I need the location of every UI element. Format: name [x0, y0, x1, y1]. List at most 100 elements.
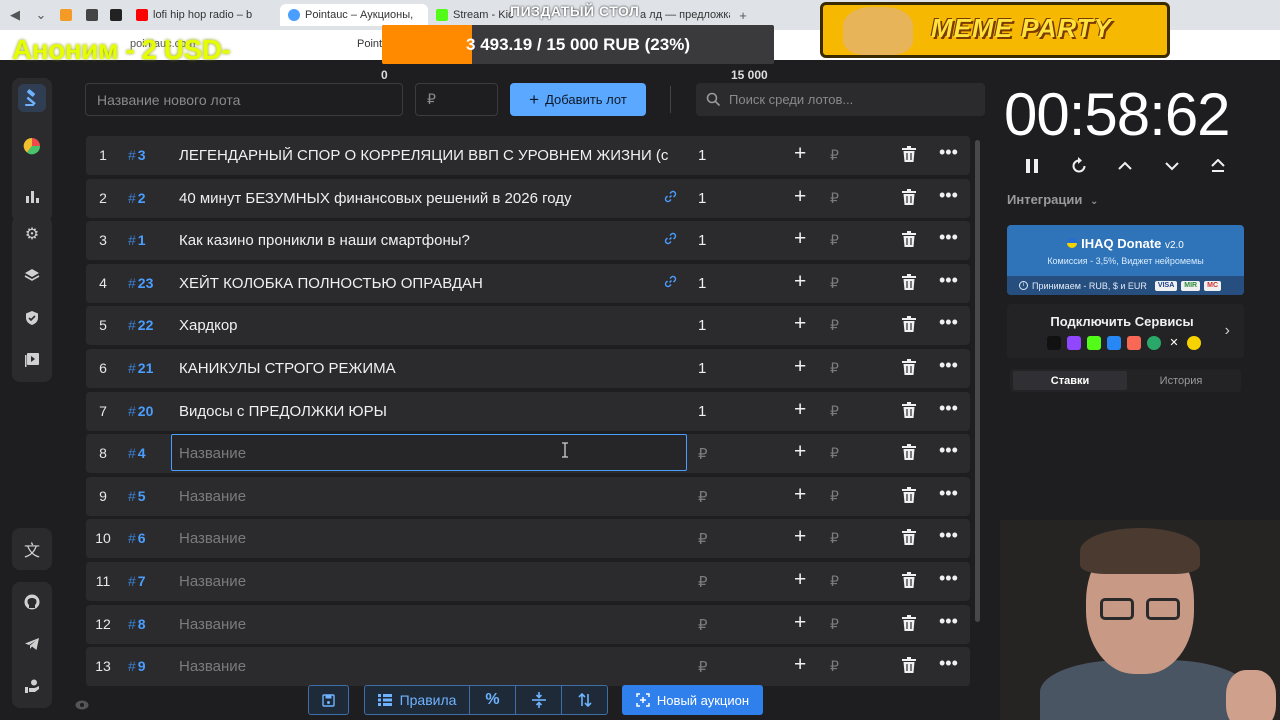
extra-amount-input[interactable]: ₽ [830, 317, 839, 334]
extra-amount-input[interactable]: ₽ [830, 658, 839, 675]
trash-icon[interactable] [902, 615, 918, 633]
lot-name-input[interactable]: Как казино проникли в наши смартфоны? [179, 232, 679, 249]
pause-icon[interactable] [1019, 153, 1045, 179]
lot-name-input[interactable]: Название [179, 530, 679, 547]
extra-amount-input[interactable]: ₽ [830, 147, 839, 164]
more-options-icon[interactable]: ••• [939, 355, 958, 376]
video-library-icon[interactable] [18, 346, 46, 374]
trash-icon[interactable] [902, 572, 918, 590]
extra-amount-input[interactable]: ₽ [830, 360, 839, 377]
extra-amount-input[interactable]: ₽ [830, 445, 839, 462]
add-amount-button[interactable]: + [794, 612, 806, 633]
tab-history[interactable]: История [1124, 371, 1238, 390]
add-amount-button[interactable]: + [794, 569, 806, 590]
new-tab-icon[interactable]: + [734, 6, 752, 24]
tab-bets[interactable]: Ставки [1013, 371, 1127, 390]
link-icon[interactable] [664, 275, 677, 291]
restart-icon[interactable] [1066, 153, 1092, 179]
lot-amount-input[interactable]: 1 [698, 360, 706, 377]
lot-name-input[interactable]: Название [179, 658, 679, 675]
add-amount-button[interactable]: + [794, 526, 806, 547]
trash-icon[interactable] [902, 444, 918, 462]
extra-amount-input[interactable]: ₽ [830, 616, 839, 633]
rules-button[interactable]: Правила [365, 686, 470, 714]
extra-amount-input[interactable]: ₽ [830, 488, 839, 505]
lot-name-input[interactable]: ХЕЙТ КОЛОБКА ПОЛНОСТЬЮ ОПРАВДАН [179, 275, 679, 292]
lot-name-input[interactable]: 40 минут БЕЗУМНЫХ финансовых решений в 2… [179, 190, 679, 207]
link-icon[interactable] [664, 190, 677, 206]
trash-icon[interactable] [902, 657, 918, 675]
lot-amount-input[interactable]: 1 [698, 232, 706, 249]
chevron-up-icon[interactable] [1112, 153, 1138, 179]
lot-amount-input[interactable]: 1 [698, 190, 706, 207]
gear-icon[interactable]: ⚙ [18, 220, 46, 248]
percent-button[interactable]: % [470, 686, 516, 714]
more-options-icon[interactable]: ••• [939, 440, 958, 461]
translate-icon[interactable]: 文 [18, 535, 46, 563]
add-amount-button[interactable]: + [794, 654, 806, 675]
lot-name-input[interactable]: КАНИКУЛЫ СТРОГО РЕЖИМА [179, 360, 679, 377]
trash-icon[interactable] [902, 487, 918, 505]
lot-name-input[interactable]: Видосы с ПРЕДОЛЖКИ ЮРЫ [179, 403, 679, 420]
trash-icon[interactable] [902, 529, 918, 547]
lot-name-input[interactable]: ЛЕГЕНДАРНЫЙ СПОР О КОРРЕЛЯЦИИ ВВП С УРОВ… [179, 147, 679, 164]
lot-name-input[interactable]: Название [179, 445, 679, 462]
bar-chart-icon[interactable] [18, 182, 46, 210]
tab-pointauc[interactable]: Pointauc – Аукционы, [280, 4, 428, 26]
lot-search-input[interactable]: Поиск среди лотов... [696, 83, 985, 116]
github-icon[interactable] [18, 588, 46, 616]
lot-amount-input[interactable]: ₽ [698, 616, 708, 634]
donate-card[interactable]: IHAQ Donate v2.0 Комиссия - 3,5%, Виджет… [1007, 225, 1244, 295]
extra-amount-input[interactable]: ₽ [830, 530, 839, 547]
connect-services-card[interactable]: Подключить Сервисы › ✕ [1007, 304, 1244, 358]
add-amount-button[interactable]: + [794, 399, 806, 420]
layers-icon[interactable] [18, 262, 46, 290]
more-options-icon[interactable]: ••• [939, 185, 958, 206]
lots-scrollbar[interactable] [975, 140, 980, 622]
extra-amount-input[interactable]: ₽ [830, 232, 839, 249]
lot-amount-input[interactable]: 1 [698, 317, 706, 334]
more-options-icon[interactable]: ••• [939, 483, 958, 504]
tab-pin-3[interactable] [110, 4, 122, 26]
tab-lofi[interactable]: lofi hip hop radio – b [136, 4, 266, 26]
more-options-icon[interactable]: ••• [939, 611, 958, 632]
new-lot-name-input[interactable]: Название нового лота [85, 83, 403, 116]
lot-name-input[interactable]: Хардкор [179, 317, 679, 334]
sort-button[interactable] [562, 686, 608, 714]
extra-amount-input[interactable]: ₽ [830, 275, 839, 292]
trash-icon[interactable] [902, 189, 918, 207]
extra-amount-input[interactable]: ₽ [830, 573, 839, 590]
add-amount-button[interactable]: + [794, 356, 806, 377]
more-options-icon[interactable]: ••• [939, 270, 958, 291]
add-amount-button[interactable]: + [794, 186, 806, 207]
vertical-split-button[interactable] [516, 686, 562, 714]
more-options-icon[interactable]: ••• [939, 227, 958, 248]
lot-amount-input[interactable]: 1 [698, 275, 706, 292]
tab-pin-2[interactable] [86, 4, 98, 26]
lot-name-input[interactable]: Название [179, 616, 679, 633]
new-lot-amount-input[interactable]: ₽ [415, 83, 498, 116]
back-tab-icon[interactable]: ◀ [6, 6, 24, 24]
more-options-icon[interactable]: ••• [939, 142, 958, 163]
trash-icon[interactable] [902, 231, 918, 249]
add-amount-button[interactable]: + [794, 441, 806, 462]
auction-hammer-icon[interactable] [18, 84, 46, 112]
lot-amount-input[interactable]: ₽ [698, 488, 708, 506]
chevron-down-icon[interactable] [1159, 153, 1185, 179]
new-auction-button[interactable]: Новый аукцион [622, 685, 763, 715]
add-lot-button[interactable]: + Добавить лот [510, 83, 646, 116]
more-options-icon[interactable]: ••• [939, 312, 958, 333]
save-button[interactable] [308, 685, 349, 715]
pie-chart-icon[interactable] [18, 132, 46, 160]
extra-amount-input[interactable]: ₽ [830, 190, 839, 207]
trash-icon[interactable] [902, 146, 918, 164]
shield-icon[interactable] [18, 304, 46, 332]
add-amount-button[interactable]: + [794, 228, 806, 249]
tab-pin-1[interactable] [60, 4, 72, 26]
telegram-icon[interactable] [18, 630, 46, 658]
lot-name-input[interactable]: Название [179, 573, 679, 590]
extra-amount-input[interactable]: ₽ [830, 403, 839, 420]
tab-suggest[interactable]: а лд — предложка [640, 4, 730, 26]
add-amount-button[interactable]: + [794, 484, 806, 505]
trash-icon[interactable] [902, 402, 918, 420]
